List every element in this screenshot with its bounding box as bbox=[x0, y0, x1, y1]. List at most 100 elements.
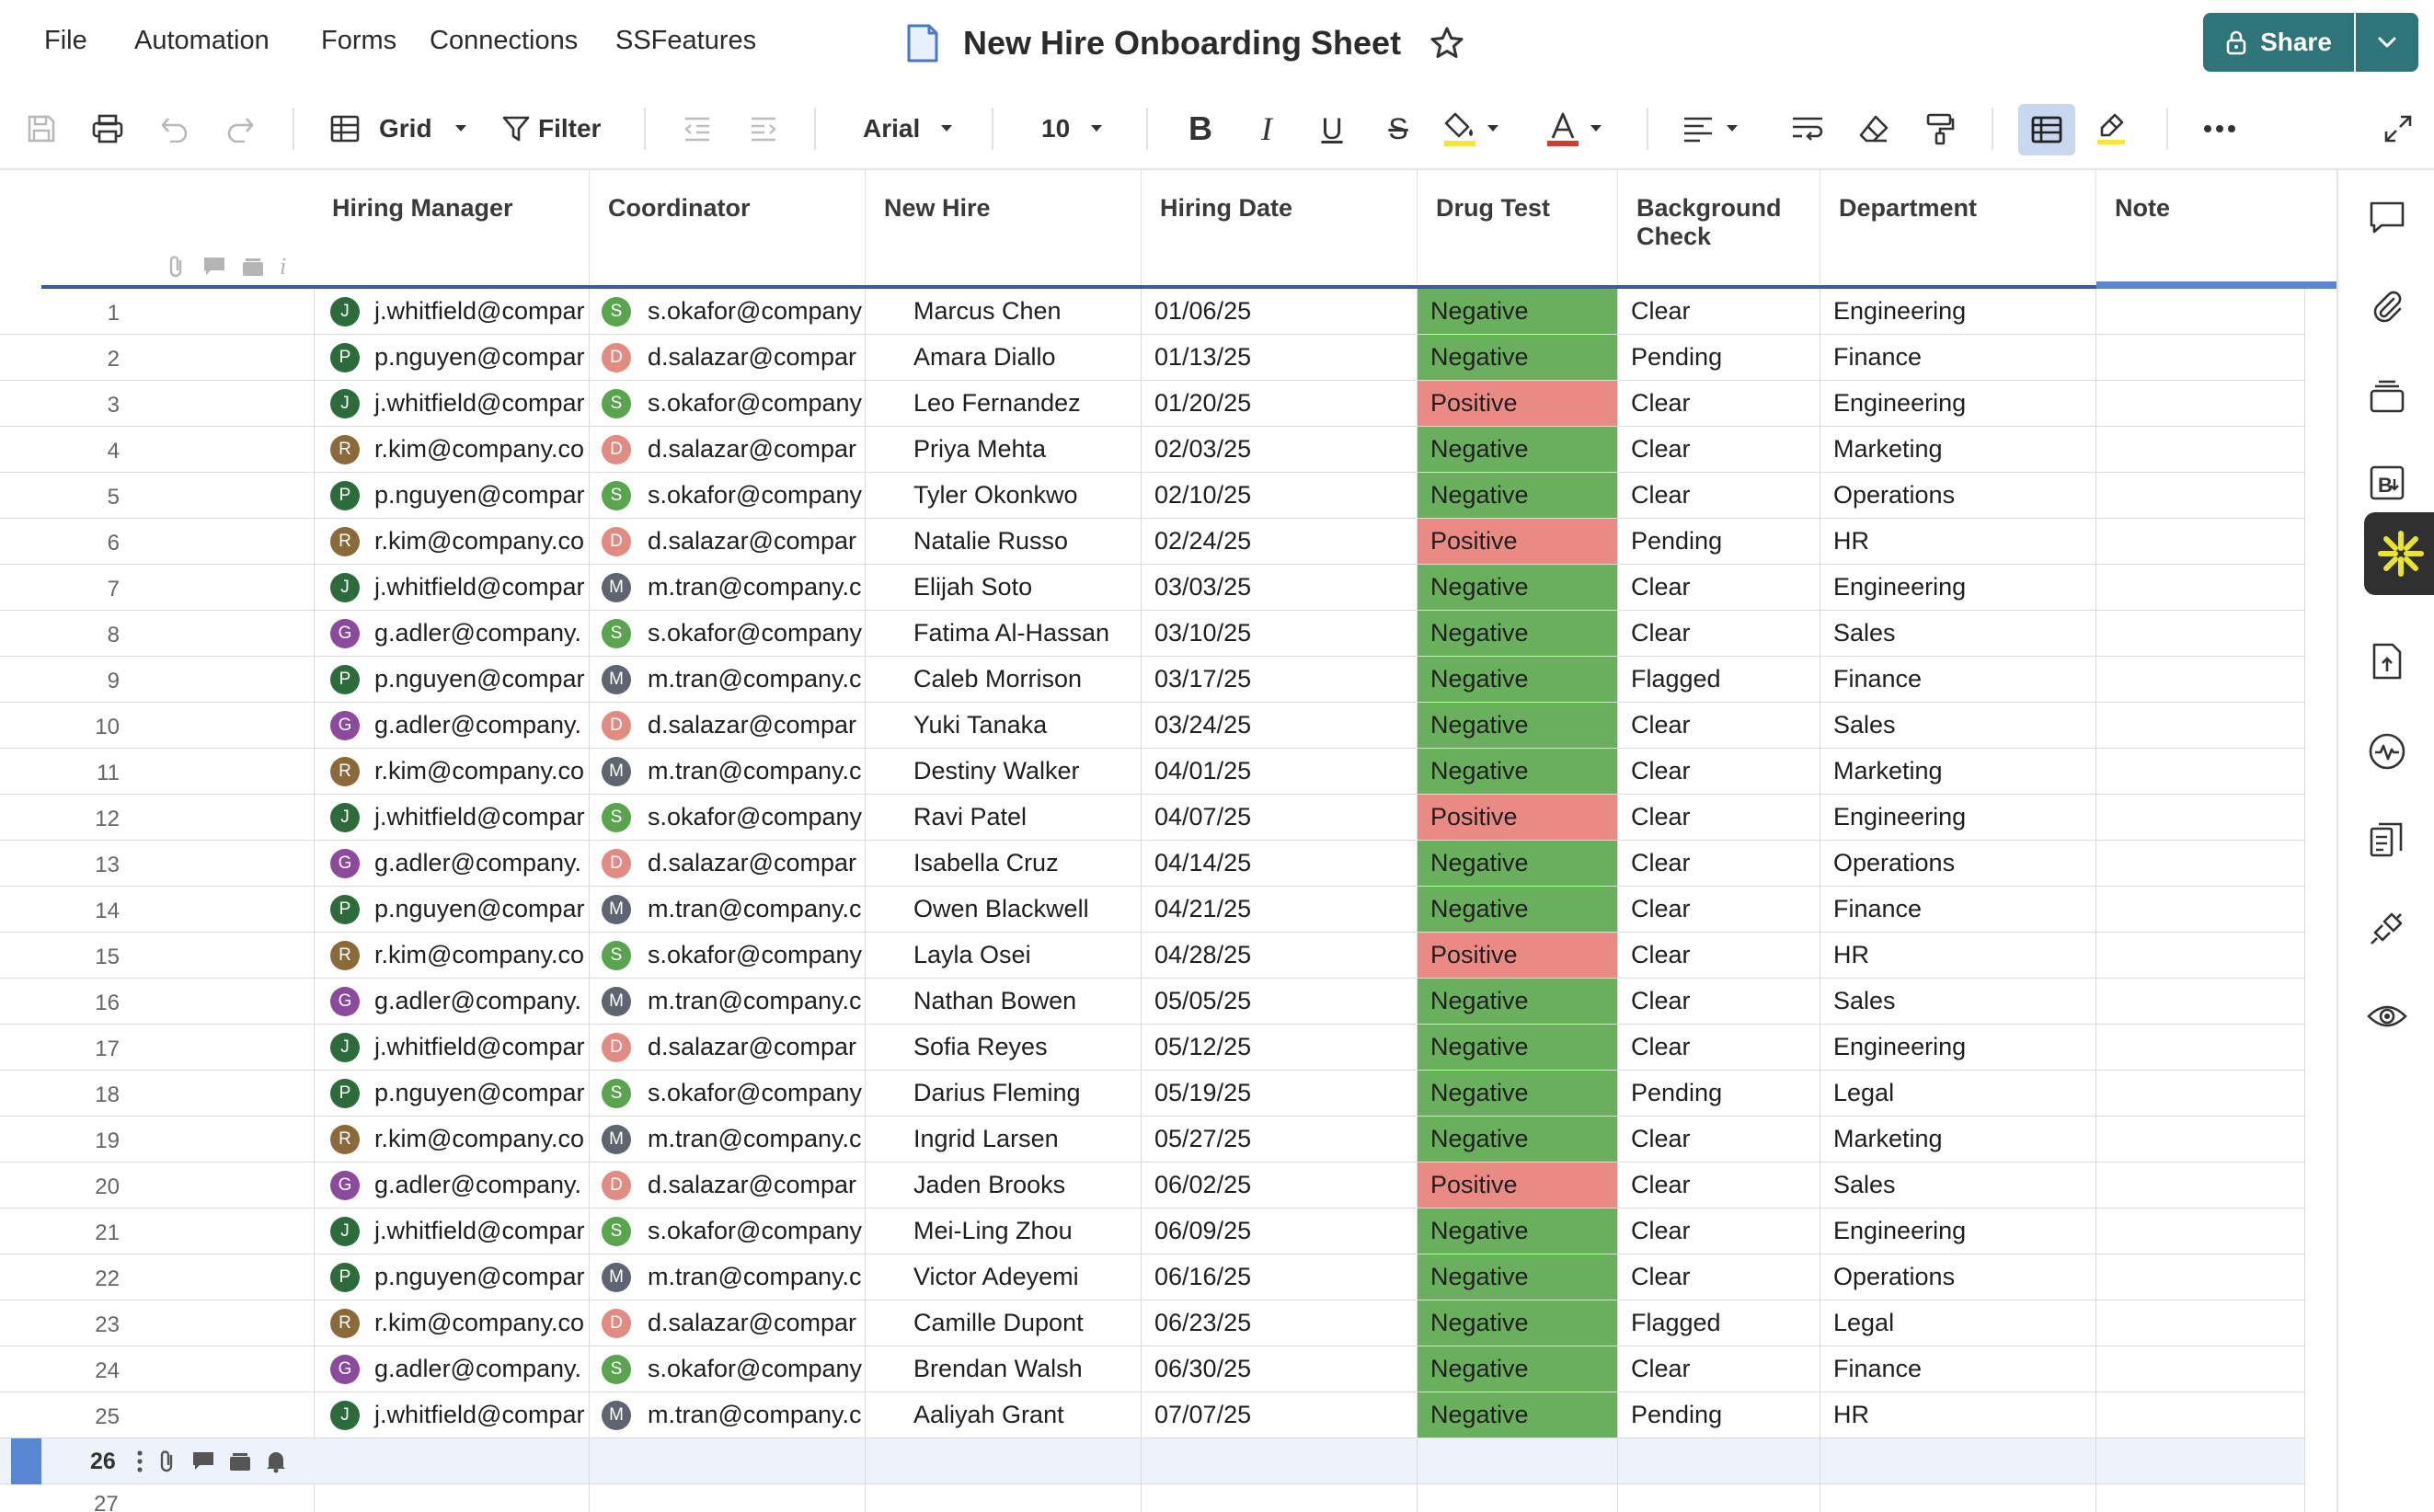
text-color-button[interactable] bbox=[1545, 106, 1619, 152]
cell-background-check[interactable]: Flagged bbox=[1618, 657, 1820, 702]
cell-department[interactable]: Legal bbox=[1820, 1071, 2096, 1116]
cell-background-check[interactable]: Clear bbox=[1618, 887, 1820, 932]
cell-background-check[interactable]: Clear bbox=[1618, 565, 1820, 610]
cell-background-check[interactable]: Pending bbox=[1618, 1071, 1820, 1116]
cell-hiring-date[interactable]: 06/16/25 bbox=[1142, 1254, 1418, 1300]
empty-cell[interactable] bbox=[590, 1438, 866, 1483]
cell-background-check[interactable]: Clear bbox=[1618, 749, 1820, 794]
menu-automation[interactable]: Automation bbox=[134, 22, 270, 59]
table-row[interactable]: 9 Pp.nguyen@compar Mm.tran@company.c Caleb … bbox=[0, 657, 2305, 703]
cell-hiring-date[interactable]: 04/01/25 bbox=[1142, 749, 1418, 794]
cell-hiring-date[interactable]: 04/07/25 bbox=[1142, 795, 1418, 840]
outdent-button[interactable] bbox=[674, 106, 720, 152]
cell-new-hire[interactable]: Mei-Ling Zhou bbox=[866, 1208, 1142, 1254]
cell-background-check[interactable]: Clear bbox=[1618, 979, 1820, 1024]
empty-cell[interactable] bbox=[1142, 1484, 1418, 1512]
cell-coordinator[interactable]: Mm.tran@company.c bbox=[590, 887, 866, 932]
cell-department[interactable]: Engineering bbox=[1820, 565, 2096, 610]
cell-note[interactable] bbox=[2096, 979, 2305, 1024]
share-button[interactable]: Share bbox=[2203, 13, 2354, 72]
cell-department[interactable]: Operations bbox=[1820, 1254, 2096, 1300]
cell-background-check[interactable]: Clear bbox=[1618, 795, 1820, 840]
cell-coordinator[interactable]: Dd.salazar@compar bbox=[590, 1163, 866, 1208]
cell-background-check[interactable]: Clear bbox=[1618, 841, 1820, 886]
cell-drug-test[interactable]: Negative bbox=[1418, 1071, 1618, 1116]
cell-department[interactable]: Engineering bbox=[1820, 1025, 2096, 1070]
cell-coordinator[interactable]: Dd.salazar@compar bbox=[590, 1300, 866, 1346]
cell-hiring-manager[interactable]: Jj.whitfield@compar bbox=[314, 565, 590, 610]
cell-department[interactable]: Finance bbox=[1820, 1346, 2096, 1392]
cell-background-check[interactable]: Clear bbox=[1618, 1254, 1820, 1300]
column-header-drug-test[interactable]: Drug Test bbox=[1418, 170, 1618, 288]
cell-drug-test[interactable]: Negative bbox=[1418, 473, 1618, 518]
column-header-new-hire[interactable]: New Hire bbox=[866, 170, 1142, 288]
empty-cell[interactable] bbox=[1418, 1438, 1618, 1483]
table-row[interactable]: 24 Gg.adler@company. Ss.okafor@company Bren… bbox=[0, 1346, 2305, 1392]
cell-drug-test[interactable]: Negative bbox=[1418, 289, 1618, 334]
cell-note[interactable] bbox=[2096, 1254, 2305, 1300]
empty-cell[interactable] bbox=[1820, 1484, 2096, 1512]
cell-new-hire[interactable]: Ravi Patel bbox=[866, 795, 1142, 840]
menu-file[interactable]: File bbox=[44, 22, 87, 59]
comments-panel-button[interactable] bbox=[2361, 192, 2413, 244]
cell-department[interactable]: Marketing bbox=[1820, 749, 2096, 794]
cell-new-hire[interactable]: Brendan Walsh bbox=[866, 1346, 1142, 1392]
align-button[interactable] bbox=[1682, 106, 1755, 152]
cell-new-hire[interactable]: Caleb Morrison bbox=[866, 657, 1142, 702]
cell-drug-test[interactable]: Negative bbox=[1418, 1254, 1618, 1300]
undo-button[interactable] bbox=[152, 106, 198, 152]
cell-coordinator[interactable]: Ss.okafor@company bbox=[590, 473, 866, 518]
table-row[interactable]: 27 bbox=[0, 1484, 2305, 1512]
summary-panel-button[interactable] bbox=[2361, 814, 2413, 865]
cell-background-check[interactable]: Pending bbox=[1618, 519, 1820, 564]
cell-drug-test[interactable]: Negative bbox=[1418, 1117, 1618, 1162]
cell-department[interactable]: Marketing bbox=[1820, 1117, 2096, 1162]
column-header-hiring-date[interactable]: Hiring Date bbox=[1142, 170, 1418, 288]
cell-hiring-date[interactable]: 06/23/25 bbox=[1142, 1300, 1418, 1346]
cell-new-hire[interactable]: Destiny Walker bbox=[866, 749, 1142, 794]
cell-drug-test[interactable]: Negative bbox=[1418, 979, 1618, 1024]
cell-note[interactable] bbox=[2096, 703, 2305, 748]
cell-department[interactable]: Engineering bbox=[1820, 289, 2096, 334]
cell-department[interactable]: Finance bbox=[1820, 335, 2096, 380]
font-size-select[interactable]: 10 bbox=[1041, 106, 1115, 152]
cell-hiring-manager[interactable]: Jj.whitfield@compar bbox=[314, 289, 590, 334]
empty-cell[interactable] bbox=[866, 1484, 1142, 1512]
cell-hiring-manager[interactable]: Gg.adler@company. bbox=[314, 841, 590, 886]
indent-button[interactable] bbox=[741, 106, 786, 152]
cell-hiring-manager[interactable]: Gg.adler@company. bbox=[314, 611, 590, 656]
table-row[interactable]: 4 Rr.kim@company.co Dd.salazar@compar Priya… bbox=[0, 427, 2305, 473]
cell-background-check[interactable]: Clear bbox=[1618, 1163, 1820, 1208]
table-row[interactable]: 22 Pp.nguyen@compar Mm.tran@company.c Victo… bbox=[0, 1254, 2305, 1300]
cell-hiring-manager[interactable]: Rr.kim@company.co bbox=[314, 933, 590, 978]
cell-coordinator[interactable]: Ss.okafor@company bbox=[590, 611, 866, 656]
cell-note[interactable] bbox=[2096, 795, 2305, 840]
cell-new-hire[interactable]: Darius Fleming bbox=[866, 1071, 1142, 1116]
cell-coordinator[interactable]: Dd.salazar@compar bbox=[590, 427, 866, 472]
bell-icon[interactable] bbox=[265, 1449, 287, 1473]
cell-background-check[interactable]: Clear bbox=[1618, 611, 1820, 656]
table-row[interactable]: 8 Gg.adler@company. Ss.okafor@company Fatim… bbox=[0, 611, 2305, 657]
empty-cell[interactable] bbox=[1142, 1438, 1418, 1483]
cell-coordinator[interactable]: Mm.tran@company.c bbox=[590, 565, 866, 610]
cell-background-check[interactable]: Clear bbox=[1618, 289, 1820, 334]
cell-background-check[interactable]: Clear bbox=[1618, 1346, 1820, 1392]
cell-note[interactable] bbox=[2096, 1346, 2305, 1392]
cell-drug-test[interactable]: Negative bbox=[1418, 703, 1618, 748]
comment-icon[interactable] bbox=[191, 1450, 215, 1472]
cell-drug-test[interactable]: Negative bbox=[1418, 1346, 1618, 1392]
cell-hiring-date[interactable]: 02/24/25 bbox=[1142, 519, 1418, 564]
italic-button[interactable]: I bbox=[1244, 106, 1290, 152]
cell-hiring-date[interactable]: 02/10/25 bbox=[1142, 473, 1418, 518]
table-row[interactable]: 20 Gg.adler@company. Dd.salazar@compar Jade… bbox=[0, 1163, 2305, 1208]
menu-forms[interactable]: Forms bbox=[321, 22, 396, 59]
ai-assistant-panel-button[interactable] bbox=[2364, 512, 2434, 595]
fullscreen-button[interactable] bbox=[2375, 106, 2421, 152]
cell-hiring-manager[interactable]: Pp.nguyen@compar bbox=[314, 335, 590, 380]
cell-note[interactable] bbox=[2096, 473, 2305, 518]
cell-drug-test[interactable]: Negative bbox=[1418, 611, 1618, 656]
bold-button[interactable]: B bbox=[1177, 106, 1223, 152]
cell-hiring-date[interactable]: 02/03/25 bbox=[1142, 427, 1418, 472]
cell-hiring-date[interactable]: 04/14/25 bbox=[1142, 841, 1418, 886]
cell-department[interactable]: Marketing bbox=[1820, 427, 2096, 472]
